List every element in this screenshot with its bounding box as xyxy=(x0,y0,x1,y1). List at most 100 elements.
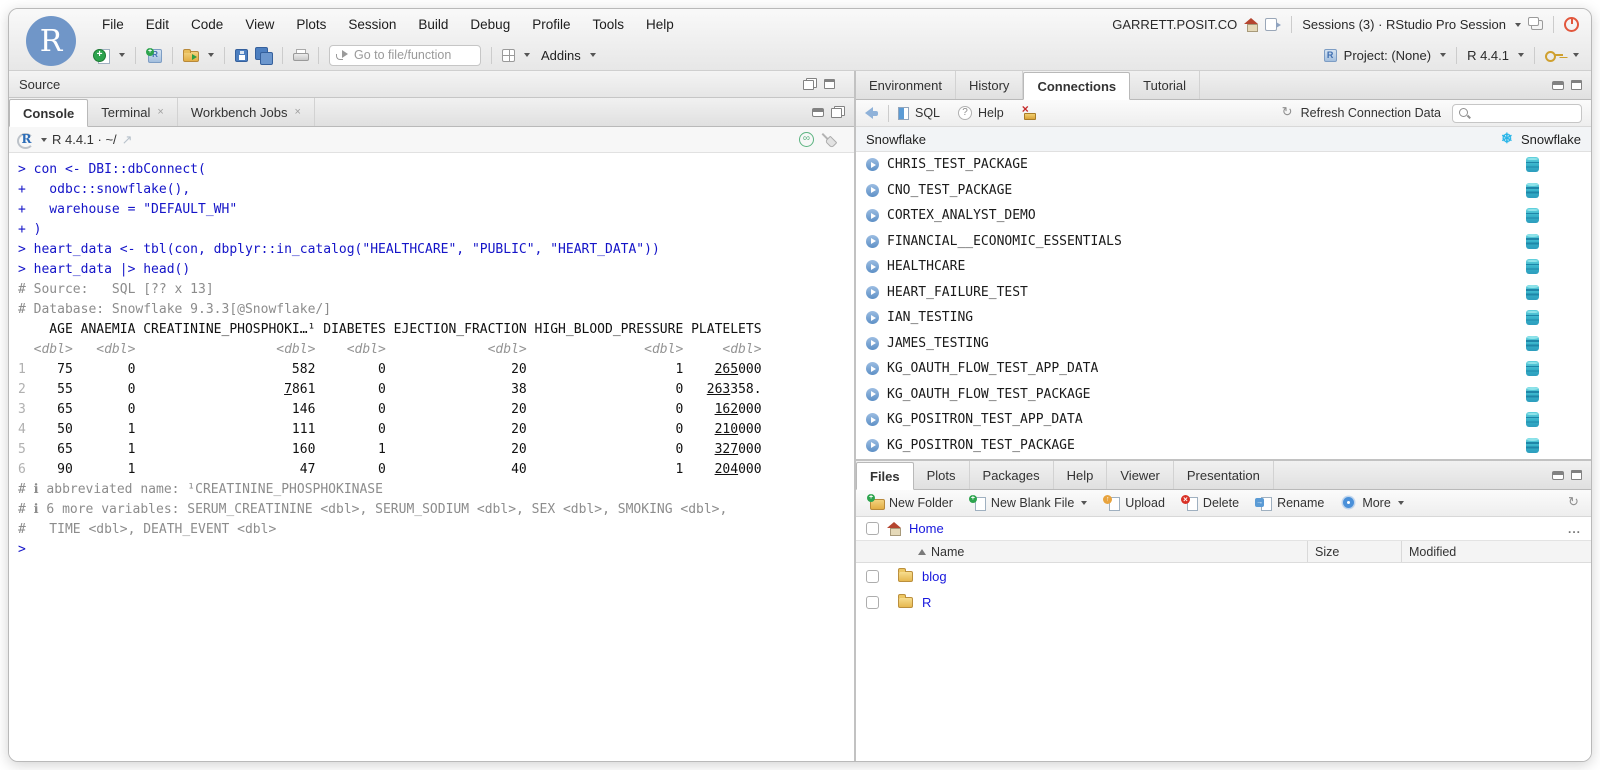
files-toolbar-button[interactable]: Upload xyxy=(1101,496,1169,510)
files-tab[interactable]: Packages xyxy=(970,461,1054,489)
database-table-icon[interactable] xyxy=(1526,310,1539,325)
help-button[interactable]: Help xyxy=(978,106,1004,120)
console-tab[interactable]: Console xyxy=(9,99,88,127)
new-file-dropdown-icon[interactable] xyxy=(119,53,125,57)
sign-out-icon[interactable] xyxy=(1265,18,1277,31)
database-table-icon[interactable] xyxy=(1526,285,1539,300)
expand-arrow-icon[interactable] xyxy=(866,209,879,222)
session-suspend-icon[interactable] xyxy=(799,132,814,147)
connection-object-row[interactable]: KG_OAUTH_FLOW_TEST_APP_DATA xyxy=(856,356,1591,382)
restore-pane-icon[interactable] xyxy=(803,78,817,90)
save-all-icon[interactable] xyxy=(255,47,272,63)
minimize-pane-icon[interactable] xyxy=(812,108,824,117)
chevron-down-icon[interactable] xyxy=(1515,23,1521,27)
file-row[interactable]: blog xyxy=(856,563,1591,589)
open-file-icon[interactable] xyxy=(183,51,199,62)
connection-object-row[interactable]: KG_OAUTH_FLOW_TEST_PACKAGE xyxy=(856,382,1591,408)
console-tab[interactable]: Workbench Jobs × xyxy=(178,98,315,126)
files-toolbar-button[interactable]: More xyxy=(1338,496,1407,510)
expand-arrow-icon[interactable] xyxy=(866,337,879,350)
files-toolbar-button[interactable]: New Blank File xyxy=(967,496,1091,510)
sessions-menu[interactable]: Sessions (3) · RStudio Pro Session xyxy=(1302,17,1506,32)
new-session-window-icon[interactable] xyxy=(1531,20,1543,30)
expand-arrow-icon[interactable] xyxy=(866,311,879,324)
sql-doc-icon[interactable] xyxy=(898,107,909,120)
menu-item[interactable]: View xyxy=(234,17,285,32)
menu-item[interactable]: Debug xyxy=(459,17,521,32)
close-icon[interactable]: × xyxy=(294,107,300,118)
maximize-pane-icon[interactable] xyxy=(1571,80,1582,90)
connection-object-row[interactable]: CORTEX_ANALYST_DEMO xyxy=(856,203,1591,229)
help-circle-icon[interactable] xyxy=(958,106,972,120)
new-file-icon[interactable] xyxy=(93,48,110,63)
environment-tab[interactable]: Tutorial xyxy=(1130,71,1200,99)
r-version-dropdown-icon[interactable] xyxy=(1518,53,1524,57)
files-tab[interactable]: Viewer xyxy=(1107,461,1174,489)
database-table-icon[interactable] xyxy=(1526,234,1539,249)
clear-console-icon[interactable] xyxy=(821,132,837,147)
expand-arrow-icon[interactable] xyxy=(866,388,879,401)
file-checkbox[interactable] xyxy=(866,570,879,583)
environment-tab[interactable]: History xyxy=(956,71,1023,99)
menu-item[interactable]: Plots xyxy=(285,17,337,32)
r-logo-icon[interactable] xyxy=(17,132,34,147)
menu-item[interactable]: Edit xyxy=(135,17,180,32)
save-icon[interactable] xyxy=(235,49,248,62)
files-tab[interactable]: Plots xyxy=(914,461,970,489)
credentials-key-icon[interactable] xyxy=(1545,50,1564,61)
database-table-icon[interactable] xyxy=(1526,438,1539,453)
maximize-pane-icon[interactable] xyxy=(824,79,835,89)
database-table-icon[interactable] xyxy=(1526,387,1539,402)
menu-item[interactable]: Build xyxy=(407,17,459,32)
maximize-pane-icon[interactable] xyxy=(831,106,845,118)
database-table-icon[interactable] xyxy=(1526,183,1539,198)
quit-session-icon[interactable] xyxy=(1564,17,1579,32)
console-tab[interactable]: Terminal × xyxy=(88,98,178,126)
breadcrumb-home-link[interactable]: Home xyxy=(909,521,944,536)
menu-item[interactable]: Session xyxy=(337,17,407,32)
connection-object-row[interactable]: KG_POSITRON_TEST_PACKAGE xyxy=(856,433,1591,459)
minimize-pane-icon[interactable] xyxy=(1552,471,1564,480)
expand-arrow-icon[interactable] xyxy=(866,286,879,299)
new-project-icon[interactable] xyxy=(146,48,162,63)
file-name-link[interactable]: blog xyxy=(922,569,947,584)
database-table-icon[interactable] xyxy=(1526,361,1539,376)
maximize-pane-icon[interactable] xyxy=(1571,470,1582,480)
expand-arrow-icon[interactable] xyxy=(866,362,879,375)
files-tab[interactable]: Help xyxy=(1054,461,1108,489)
project-menu[interactable]: Project: (None) xyxy=(1344,48,1431,63)
environment-tab[interactable]: Connections xyxy=(1023,72,1130,100)
expand-arrow-icon[interactable] xyxy=(866,260,879,273)
menu-item[interactable]: Profile xyxy=(521,17,581,32)
disconnect-icon[interactable] xyxy=(1022,106,1036,120)
refresh-files-icon[interactable] xyxy=(1568,496,1582,510)
goto-file-searchbox[interactable] xyxy=(329,45,481,66)
print-icon[interactable] xyxy=(293,49,308,62)
r-version-menu[interactable]: R 4.4.1 xyxy=(1467,48,1509,63)
connection-object-row[interactable]: IAN_TESTING xyxy=(856,305,1591,331)
database-table-icon[interactable] xyxy=(1526,412,1539,427)
credentials-dropdown-icon[interactable] xyxy=(1573,53,1579,57)
back-icon[interactable] xyxy=(865,107,879,119)
addins-dropdown-icon[interactable] xyxy=(590,53,596,57)
menu-item[interactable]: File xyxy=(91,17,135,32)
column-header-name[interactable]: Name xyxy=(856,541,1307,562)
menu-item[interactable]: Code xyxy=(180,17,234,32)
files-tab[interactable]: Files xyxy=(856,462,914,490)
refresh-connection-button[interactable]: Refresh Connection Data xyxy=(1301,106,1441,120)
open-new-window-icon[interactable]: ↗ xyxy=(122,132,133,148)
connections-search-input[interactable] xyxy=(1475,106,1575,120)
connection-object-row[interactable]: CHRIS_TEST_PACKAGE xyxy=(856,152,1591,178)
expand-arrow-icon[interactable] xyxy=(866,439,879,452)
expand-arrow-icon[interactable] xyxy=(866,413,879,426)
minimize-pane-icon[interactable] xyxy=(1552,81,1564,90)
connection-object-row[interactable]: HEART_FAILURE_TEST xyxy=(856,280,1591,306)
session-dropdown-icon[interactable] xyxy=(41,138,47,142)
files-tab[interactable]: Presentation xyxy=(1174,461,1274,489)
connection-object-row[interactable]: FINANCIAL__ECONOMIC_ESSENTIALS xyxy=(856,229,1591,255)
connection-object-row[interactable]: HEALTHCARE xyxy=(856,254,1591,280)
goto-file-input[interactable] xyxy=(354,48,464,62)
file-row[interactable]: R xyxy=(856,589,1591,615)
files-toolbar-button[interactable]: Delete xyxy=(1179,496,1243,510)
project-dropdown-icon[interactable] xyxy=(1440,53,1446,57)
